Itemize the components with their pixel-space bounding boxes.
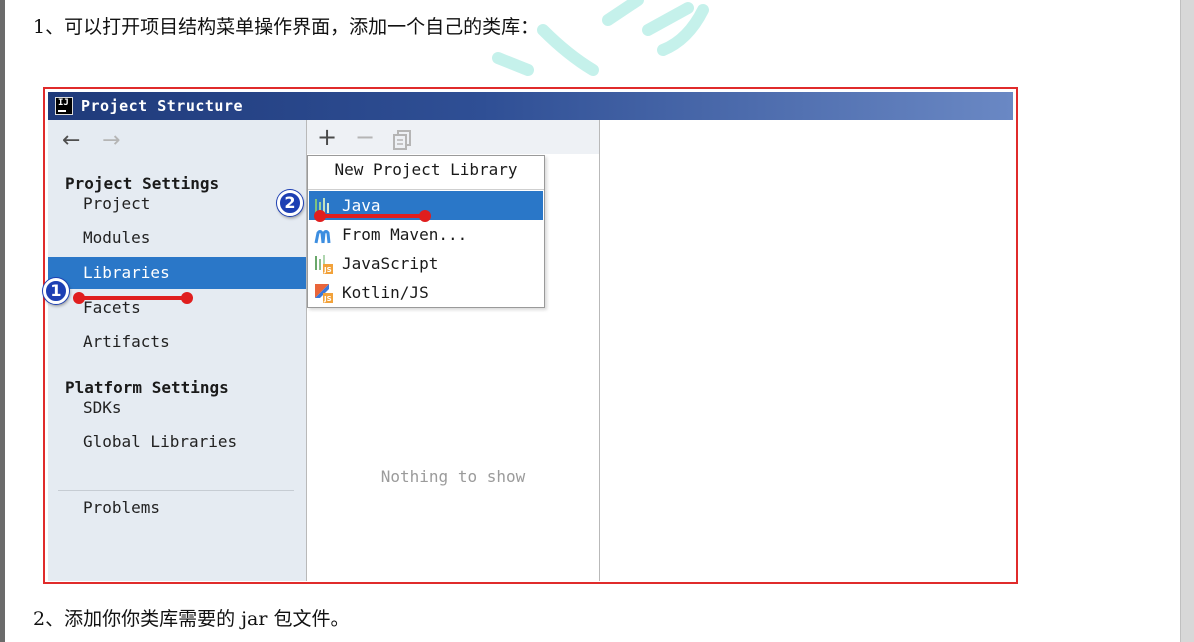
- popup-item-label: JavaScript: [342, 254, 439, 273]
- window-titlebar: IJ Project Structure: [48, 92, 1013, 120]
- popup-item-from-maven[interactable]: From Maven...: [309, 220, 543, 249]
- details-pane: [600, 120, 1013, 581]
- sidebar-item-artifacts[interactable]: Artifacts: [48, 326, 306, 358]
- popup-separator: [308, 189, 544, 190]
- sidebar-item-project[interactable]: Project: [48, 188, 306, 220]
- sidebar-item-sdks[interactable]: SDKs: [48, 392, 306, 424]
- new-project-library-popup: New Project Library Java From Maven... J…: [307, 155, 545, 308]
- back-arrow-icon[interactable]: ←: [62, 128, 80, 153]
- underline-libraries-start-dot: [73, 292, 85, 304]
- underline-java: [317, 214, 427, 218]
- sidebar-item-global-libraries[interactable]: Global Libraries: [48, 426, 306, 458]
- kotlin-js-icon: JS: [314, 283, 334, 303]
- underline-java-start-dot: [314, 210, 326, 222]
- step-marker-2: 2: [277, 190, 303, 216]
- svg-text:JS: JS: [323, 295, 332, 303]
- forward-arrow-icon[interactable]: →: [102, 128, 120, 153]
- scrollbar[interactable]: [1180, 0, 1194, 642]
- underline-libraries-end-dot: [181, 292, 193, 304]
- settings-sidebar: ← → Project Settings Project Modules Lib…: [48, 120, 307, 581]
- page-left-rule: [0, 0, 5, 642]
- sidebar-divider: [58, 490, 294, 491]
- copy-icon[interactable]: [393, 128, 411, 150]
- underline-libraries: [76, 296, 188, 300]
- popup-title: New Project Library: [334, 160, 518, 179]
- popup-item-label: Kotlin/JS: [342, 283, 429, 302]
- popup-item-label: Java: [342, 196, 381, 215]
- step-marker-1: 1: [43, 278, 69, 304]
- screenshot-frame: IJ Project Structure ← → Project Setting…: [43, 87, 1018, 584]
- underline-java-end-dot: [419, 210, 431, 222]
- libraries-toolbar: + −: [307, 120, 599, 154]
- popup-item-label: From Maven...: [342, 225, 468, 244]
- popup-item-javascript[interactable]: JS JavaScript: [309, 249, 543, 278]
- app-icon-label: IJ: [58, 98, 69, 108]
- javascript-library-icon: JS: [314, 254, 334, 274]
- sidebar-item-modules[interactable]: Modules: [48, 222, 306, 254]
- sidebar-item-problems[interactable]: Problems: [48, 492, 306, 524]
- maven-icon: [314, 225, 334, 245]
- sidebar-item-libraries[interactable]: Libraries: [48, 257, 306, 289]
- add-icon[interactable]: +: [317, 123, 337, 151]
- window-title: Project Structure: [81, 97, 244, 115]
- step2-text: 2、添加你你类库需要的 jar 包文件。: [33, 608, 350, 630]
- step1-text: 1、可以打开项目结构菜单操作界面，添加一个自己的类库：: [33, 16, 540, 38]
- popup-item-kotlin-js[interactable]: JS Kotlin/JS: [309, 278, 543, 307]
- intellij-app-icon: IJ: [55, 97, 73, 115]
- svg-text:JS: JS: [323, 266, 332, 274]
- empty-list-message: Nothing to show: [380, 467, 526, 486]
- remove-icon[interactable]: −: [355, 123, 375, 151]
